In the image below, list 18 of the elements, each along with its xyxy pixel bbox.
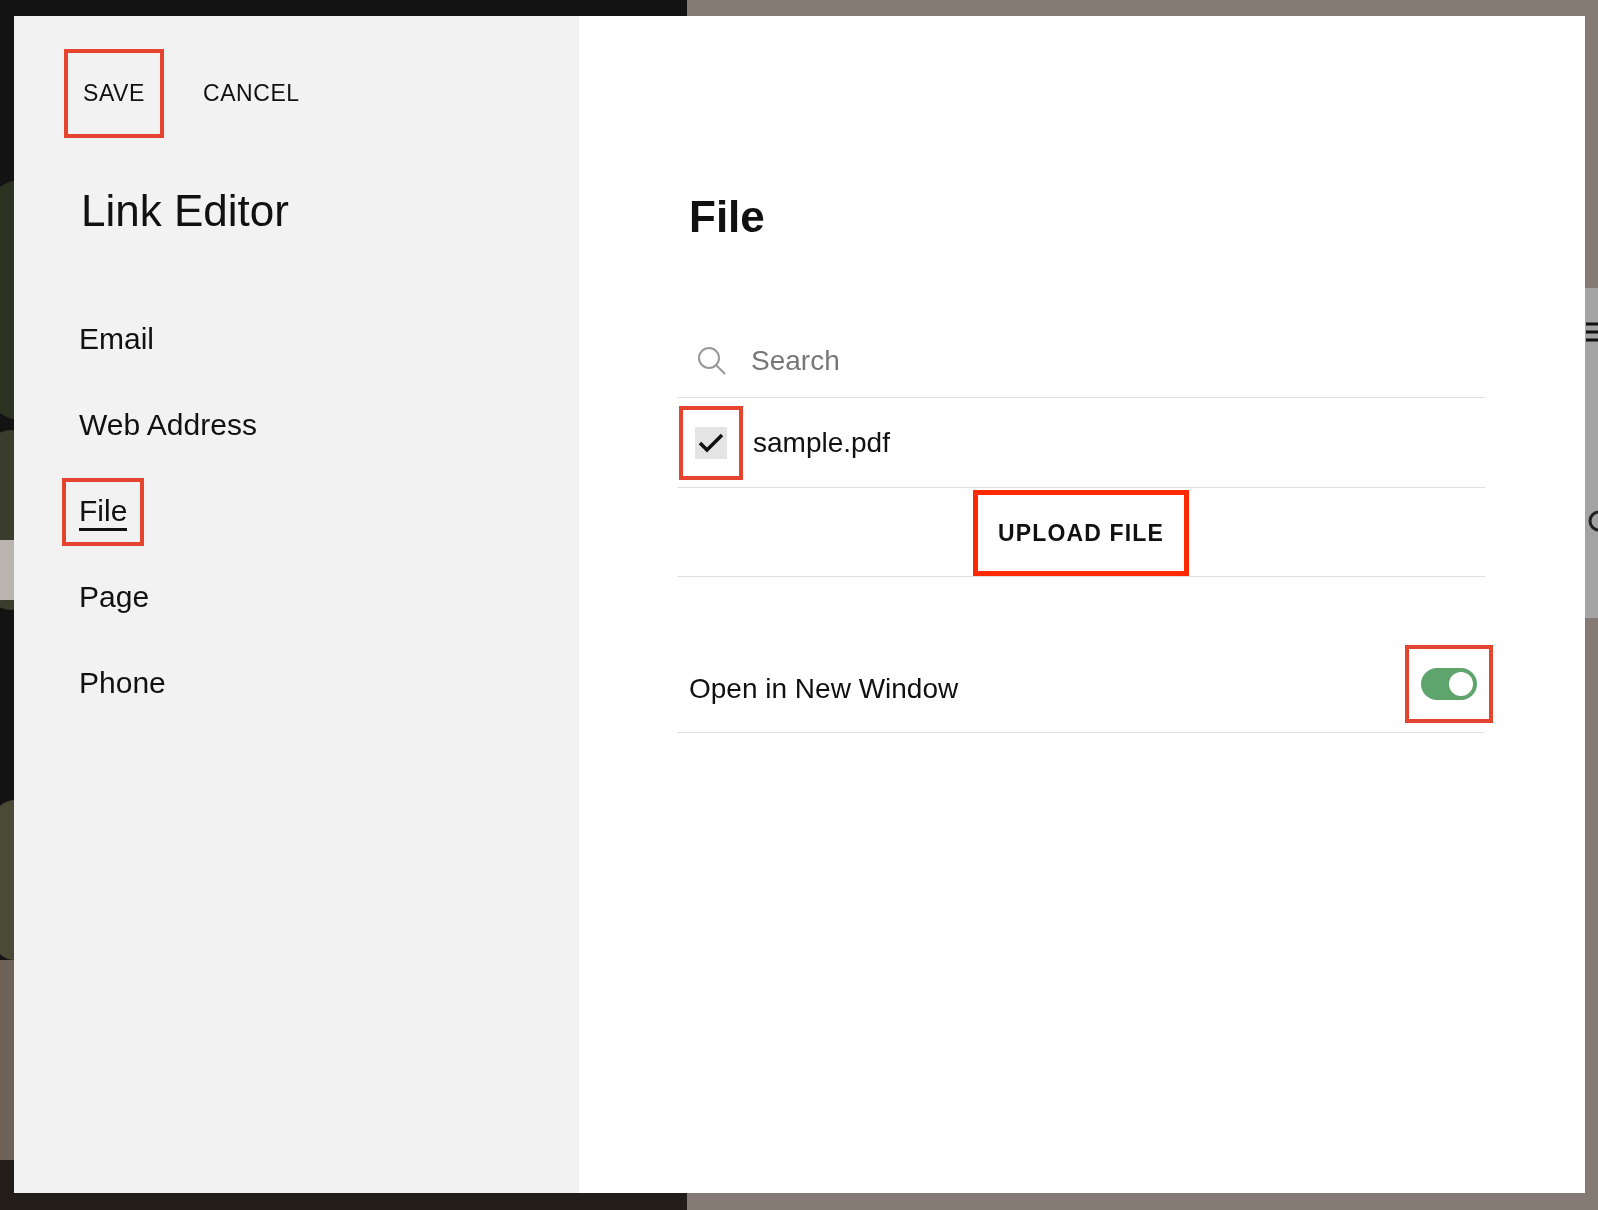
nav-item[interactable]: Email (79, 321, 154, 359)
search-icon (697, 345, 727, 376)
nav-item[interactable]: Web Address (79, 407, 257, 445)
dialog-title: Link Editor (81, 185, 290, 237)
menu-icon[interactable] (1586, 320, 1598, 344)
toggle-switch[interactable] (1421, 667, 1477, 700)
action-button[interactable]: CANCEL (183, 49, 319, 138)
nav-item[interactable]: File (79, 493, 128, 531)
nav-item[interactable]: Phone (79, 665, 166, 703)
toggle-label: Open in New Window (689, 671, 959, 706)
panel-title: File (689, 191, 766, 243)
nav-item[interactable]: Page (79, 579, 150, 617)
gear-icon[interactable] (1586, 508, 1598, 534)
checkbox[interactable] (695, 426, 727, 459)
search-field[interactable]: Search (751, 339, 1485, 382)
action-button[interactable]: SAVE (64, 49, 164, 138)
upload-file-button[interactable]: UPLOAD FILE (973, 490, 1189, 576)
file-name[interactable]: sample.pdf (753, 421, 890, 464)
